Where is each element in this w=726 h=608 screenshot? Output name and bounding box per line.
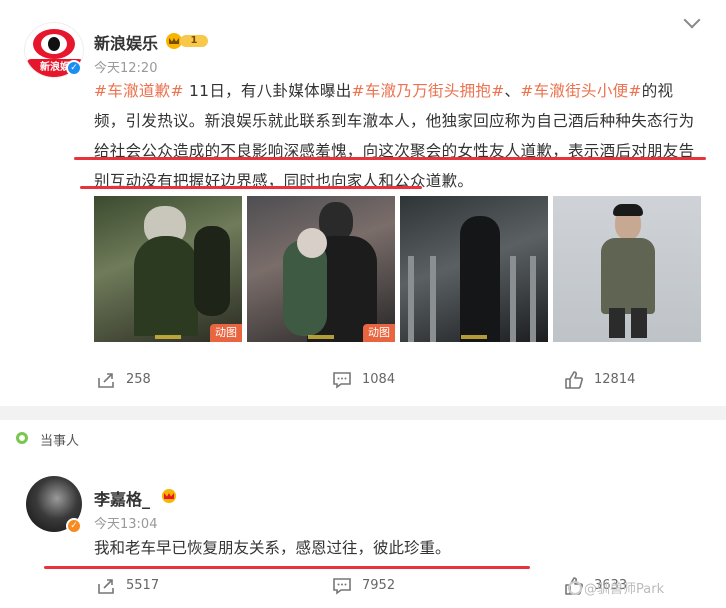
post-text-segment: 、 [504, 82, 521, 100]
hashtag-link[interactable]: #车澈乃万街头拥抱# [352, 82, 505, 100]
post-card: 新浪娱 ✓ 新浪娱乐 1 今天12:20 #车澈道歉# 11日，有八卦媒体曝出#… [0, 0, 726, 406]
chevron-down-icon[interactable] [683, 11, 701, 29]
post-image[interactable]: 动图 [247, 196, 395, 342]
comment-icon [333, 578, 351, 595]
vip-badge[interactable]: 1 [166, 33, 210, 49]
thumbs-up-icon [565, 371, 583, 389]
crown-icon[interactable] [162, 489, 176, 503]
red-underline-mark [80, 186, 422, 189]
post-body: #车澈道歉# 11日，有八卦媒体曝出#车澈乃万街头拥抱#、#车澈街头小便#的视频… [94, 76, 704, 196]
share-button[interactable]: 258 [96, 370, 176, 390]
share-icon [98, 373, 114, 388]
comment-count: 7952 [362, 578, 396, 593]
verified-icon: ✓ [66, 60, 82, 76]
share-count: 5517 [126, 578, 160, 593]
share-button[interactable]: 5517 [96, 576, 176, 596]
post-image[interactable] [400, 196, 548, 342]
comment-icon [333, 372, 351, 389]
section-label: 当事人 [40, 434, 80, 449]
share-icon [98, 579, 114, 594]
like-button[interactable]: 12814 [564, 370, 654, 390]
reply-body: 我和老车早已恢复朋友关系，感恩过往，彼此珍重。 [94, 539, 451, 557]
hashtag-link[interactable]: #车澈道歉# [94, 82, 184, 100]
hashtag-link[interactable]: #车澈街头小便# [520, 82, 641, 100]
comment-button[interactable]: 7952 [332, 576, 412, 596]
post-image[interactable]: 动图 [94, 196, 242, 342]
post-text-segment: 11日，有八卦媒体曝出 [183, 82, 352, 100]
verified-icon: ✓ [66, 518, 82, 534]
red-underline-mark [74, 157, 706, 160]
comment-count: 1084 [362, 372, 396, 387]
vip-level: 1 [180, 35, 208, 47]
author-name[interactable]: 新浪娱乐 [94, 30, 158, 54]
post-time[interactable]: 今天13:04 [94, 513, 157, 532]
comment-button[interactable]: 1084 [332, 370, 412, 390]
post-time[interactable]: 今天12:20 [94, 57, 157, 76]
share-count: 258 [126, 372, 151, 387]
weibo-logo-icon [568, 581, 582, 595]
post-image[interactable] [553, 196, 701, 342]
like-count: 12814 [594, 372, 636, 387]
red-underline-mark [44, 566, 530, 569]
author-name[interactable]: 李嘉格_ [94, 486, 150, 510]
watermark: @驯兽师Park [568, 578, 664, 597]
location-pin-icon [16, 432, 28, 444]
image-grid: 动图 动图 [94, 196, 704, 342]
gif-badge: 动图 [210, 324, 242, 342]
gif-badge: 动图 [363, 324, 395, 342]
